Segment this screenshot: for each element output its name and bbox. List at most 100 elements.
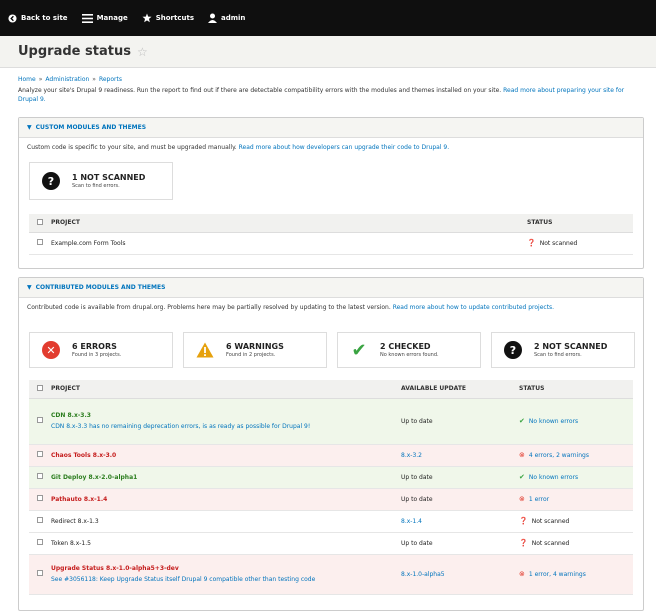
breadcrumb-administration[interactable]: Administration bbox=[45, 76, 89, 83]
main-content: Home » Administration » Reports Analyze … bbox=[18, 74, 644, 611]
row-checkbox[interactable] bbox=[37, 539, 43, 545]
contrib-panel-title: CONTRIBUTED MODULES AND THEMES bbox=[35, 284, 166, 291]
custom-desc-text: Custom code is specific to your site, an… bbox=[27, 144, 237, 151]
user-icon bbox=[208, 13, 217, 23]
row-checkbox[interactable] bbox=[37, 517, 43, 523]
project-status: Not scanned bbox=[539, 239, 578, 247]
row-checkbox[interactable] bbox=[37, 417, 43, 423]
toolbar-manage-label: Manage bbox=[96, 14, 128, 22]
available-update[interactable]: 8.x-1.4 bbox=[395, 510, 513, 533]
row-checkbox[interactable] bbox=[37, 570, 43, 576]
project-name: Upgrade Status 8.x-1.0-alpha5+3-dev bbox=[51, 565, 179, 572]
toolbar-user[interactable]: admin bbox=[208, 0, 245, 36]
table-row: Redirect 8.x-1.3 8.x-1.4 ❓ Not scanned bbox=[29, 510, 633, 533]
project-status[interactable]: No known errors bbox=[529, 474, 578, 481]
menu-icon bbox=[81, 13, 93, 23]
question-icon: ❓ bbox=[527, 239, 536, 247]
page-title: Upgrade status bbox=[18, 44, 131, 59]
select-all-checkbox[interactable] bbox=[37, 384, 43, 391]
project-name: CDN 8.x-3.3 bbox=[51, 412, 91, 419]
question-icon: ? bbox=[42, 172, 60, 190]
table-row: Chaos Tools 8.x-3.0 8.x-3.2 ⊗ 4 errors, … bbox=[29, 444, 633, 467]
checked-sub: No known errors found. bbox=[380, 352, 439, 358]
custom-projects-table: PROJECT STATUS Example.com Form Tools ❓ … bbox=[29, 214, 633, 255]
error-x-icon: ⊗ bbox=[519, 495, 525, 503]
not-scanned-title: 2 NOT SCANNED bbox=[534, 342, 608, 351]
row-checkbox[interactable] bbox=[37, 239, 43, 245]
table-row: Token 8.x-1.5 Up to date ❓ Not scanned bbox=[29, 532, 633, 555]
contrib-projects-table: PROJECT AVAILABLE UPDATE STATUS CDN 8.x-… bbox=[29, 380, 633, 595]
custom-panel-title: CUSTOM MODULES AND THEMES bbox=[35, 124, 147, 131]
custom-description: Custom code is specific to your site, an… bbox=[19, 138, 643, 152]
contrib-panel-header[interactable]: ▼ CONTRIBUTED MODULES AND THEMES bbox=[19, 278, 643, 298]
custom-panel-header[interactable]: ▼ CUSTOM MODULES AND THEMES bbox=[19, 118, 643, 138]
table-row: Pathauto 8.x-1.4 Up to date ⊗ 1 error bbox=[29, 488, 633, 511]
not-scanned-sub: Scan to find errors. bbox=[534, 352, 582, 358]
project-name: Pathauto 8.x-1.4 bbox=[49, 488, 395, 511]
breadcrumb-home[interactable]: Home bbox=[18, 76, 36, 83]
back-circle-icon bbox=[8, 13, 17, 23]
question-icon: ❓ bbox=[519, 517, 528, 525]
project-name: Example.com Form Tools bbox=[49, 232, 521, 255]
project-status[interactable]: 1 error, 4 warnings bbox=[529, 571, 586, 578]
collapse-triangle-icon: ▼ bbox=[27, 284, 32, 291]
toolbar-manage[interactable]: Manage bbox=[81, 0, 128, 36]
custom-desc-link[interactable]: Read more about how developers can upgra… bbox=[239, 144, 450, 151]
breadcrumb-reports[interactable]: Reports bbox=[99, 76, 122, 83]
not-scanned-summary-box: ? 2 NOT SCANNED Scan to find errors. bbox=[491, 332, 635, 368]
admin-toolbar: Back to site Manage Shortcuts admin bbox=[0, 0, 656, 36]
errors-title: 6 ERRORS bbox=[72, 342, 117, 351]
available-update[interactable]: 8.x-1.0-alpha5 bbox=[395, 554, 513, 595]
select-all-checkbox[interactable] bbox=[37, 218, 43, 225]
row-checkbox[interactable] bbox=[37, 473, 43, 479]
warning-icon bbox=[196, 341, 214, 359]
project-note[interactable]: See #3056118: Keep Upgrade Status itself… bbox=[51, 576, 395, 583]
available-update[interactable]: 8.x-3.2 bbox=[395, 444, 513, 467]
table-row: Upgrade Status 8.x-1.0-alpha5+3-dev See … bbox=[29, 554, 633, 595]
table-row: CDN 8.x-3.3 CDN 8.x-3.3 has no remaining… bbox=[29, 398, 633, 445]
contrib-table-header: PROJECT AVAILABLE UPDATE STATUS bbox=[29, 380, 633, 399]
breadcrumb-separator: » bbox=[92, 75, 96, 83]
breadcrumb-separator: » bbox=[38, 75, 43, 83]
toolbar-back-label: Back to site bbox=[21, 14, 68, 22]
check-icon: ✔ bbox=[519, 417, 525, 425]
warnings-title: 6 WARNINGS bbox=[226, 342, 284, 351]
custom-summary-title: 1 NOT SCANNED bbox=[72, 173, 146, 182]
project-name: Redirect 8.x-1.3 bbox=[49, 510, 395, 533]
check-icon: ✔ bbox=[351, 339, 367, 361]
contrib-desc-text: Contributed code is available from drupa… bbox=[27, 304, 391, 311]
project-name: Git Deploy 8.x-2.0-alpha1 bbox=[49, 466, 395, 489]
toolbar-back-to-site[interactable]: Back to site bbox=[8, 0, 68, 36]
error-x-icon: ⊗ bbox=[519, 451, 525, 459]
toolbar-shortcuts-label: Shortcuts bbox=[155, 14, 194, 22]
available-update: Up to date bbox=[395, 398, 513, 445]
project-status[interactable]: No known errors bbox=[529, 418, 578, 425]
col-status[interactable]: STATUS bbox=[513, 380, 633, 399]
warnings-sub: Found in 2 projects. bbox=[226, 352, 276, 358]
available-update: Up to date bbox=[395, 466, 513, 489]
contrib-modules-panel: ▼ CONTRIBUTED MODULES AND THEMES Contrib… bbox=[18, 277, 644, 611]
row-checkbox[interactable] bbox=[37, 451, 43, 457]
contrib-desc-link[interactable]: Read more about how to update contribute… bbox=[393, 304, 554, 311]
checked-title: 2 CHECKED bbox=[380, 342, 431, 351]
col-project[interactable]: PROJECT bbox=[49, 380, 395, 399]
custom-modules-panel: ▼ CUSTOM MODULES AND THEMES Custom code … bbox=[18, 117, 644, 269]
custom-summary-box: ? 1 NOT SCANNED Scan to find errors. bbox=[29, 162, 173, 200]
col-status[interactable]: STATUS bbox=[521, 214, 633, 233]
project-status[interactable]: 1 error bbox=[529, 496, 549, 503]
project-status: Not scanned bbox=[531, 517, 570, 525]
custom-table-header: PROJECT STATUS bbox=[29, 214, 633, 233]
col-available-update[interactable]: AVAILABLE UPDATE bbox=[395, 380, 513, 399]
star-outline-icon[interactable]: ☆ bbox=[137, 45, 148, 59]
custom-summary-sub: Scan to find errors. bbox=[72, 183, 120, 189]
row-checkbox[interactable] bbox=[37, 495, 43, 501]
project-status[interactable]: 4 errors, 2 warnings bbox=[529, 452, 589, 459]
toolbar-user-label: admin bbox=[221, 14, 246, 22]
available-update: Up to date bbox=[395, 488, 513, 511]
question-icon: ? bbox=[504, 341, 522, 359]
error-x-icon: ✕ bbox=[42, 341, 60, 359]
col-project[interactable]: PROJECT bbox=[49, 214, 521, 233]
toolbar-shortcuts[interactable]: Shortcuts bbox=[142, 0, 194, 36]
error-x-icon: ⊗ bbox=[519, 570, 525, 578]
page-header: Upgrade status ☆ bbox=[0, 36, 656, 68]
